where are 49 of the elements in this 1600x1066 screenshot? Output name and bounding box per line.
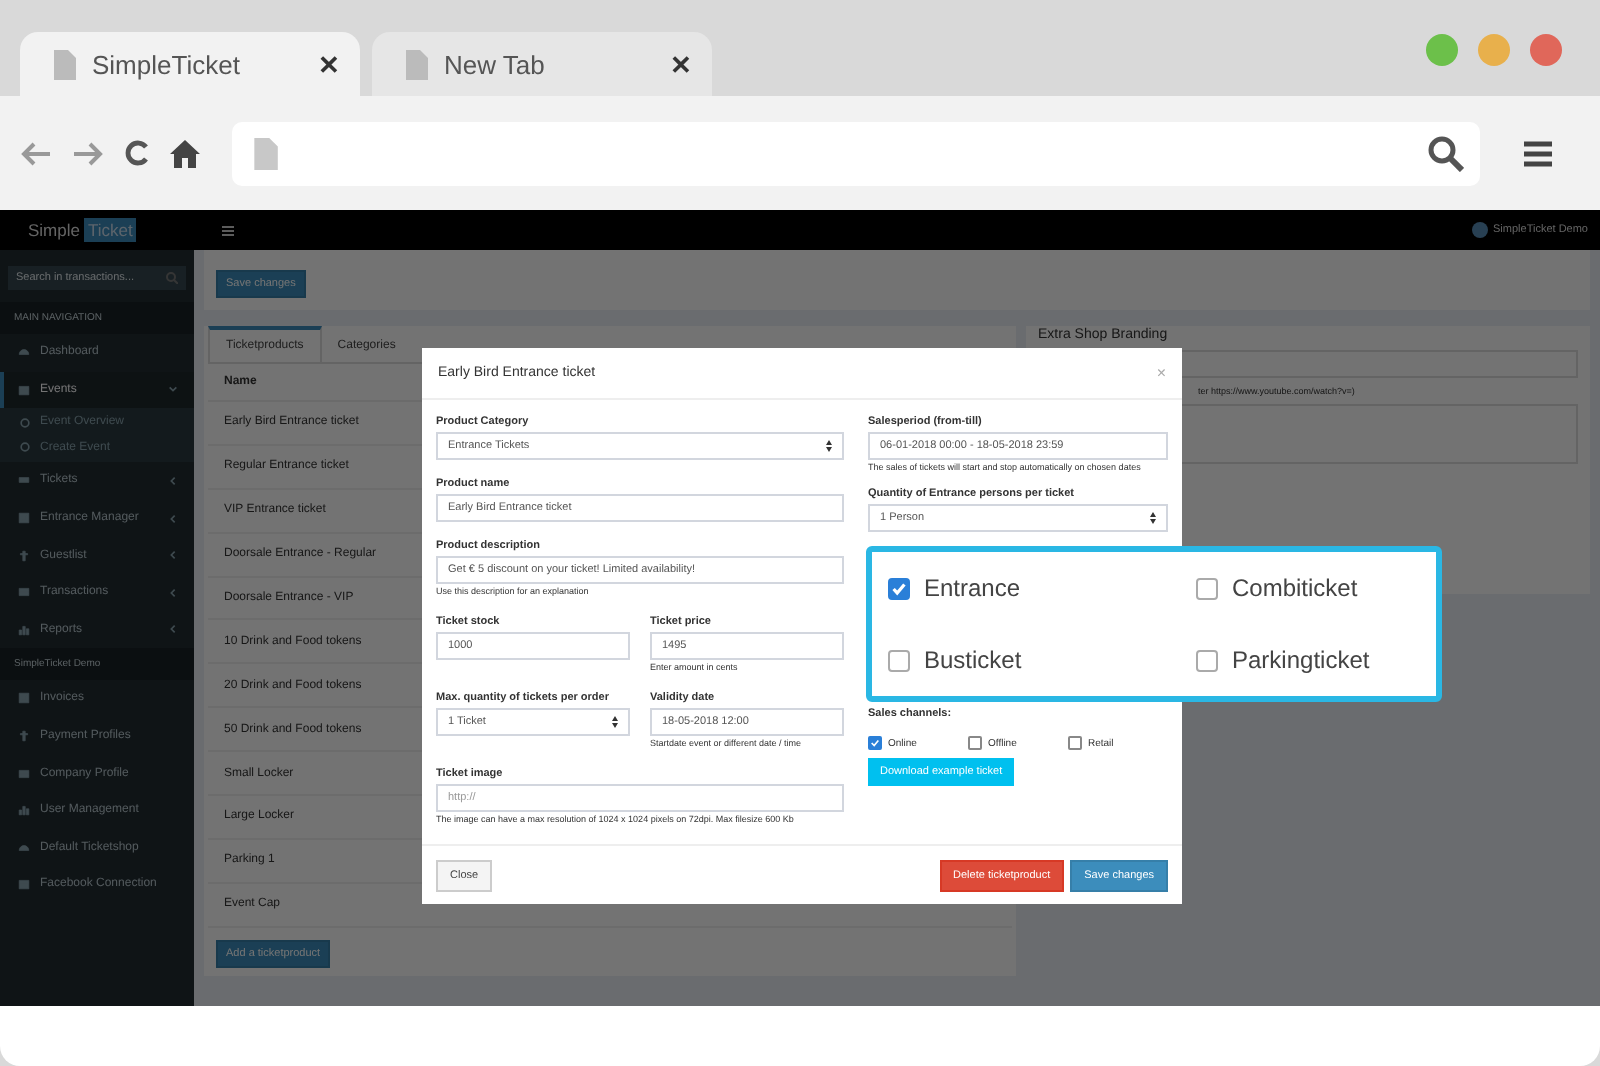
close-icon[interactable]: ✕: [318, 49, 340, 79]
tab-title: SimpleTicket: [92, 49, 242, 79]
checkbox[interactable]: [888, 649, 910, 671]
checkbox-label: Entrance: [924, 574, 1021, 602]
nav-icon: [18, 730, 30, 743]
nav-icon: [18, 623, 30, 636]
reload-icon[interactable]: [124, 140, 150, 166]
nav-icon: [18, 512, 30, 525]
nav-icon: [18, 841, 30, 854]
updown-icon: [826, 440, 832, 453]
document-icon: [404, 49, 428, 79]
checkbox[interactable]: [1196, 577, 1218, 599]
forward-icon[interactable]: [72, 141, 104, 165]
circle-icon: [20, 417, 30, 428]
checkbox-label: Parkingticket: [1232, 646, 1370, 674]
nav-icon: [18, 474, 30, 487]
document-icon: [252, 137, 278, 169]
nav-icon: [18, 804, 30, 817]
checkbox[interactable]: [868, 736, 882, 751]
nav-icon: [18, 767, 30, 780]
nav-icon: [18, 549, 30, 562]
checkbox-label: Busticket: [924, 646, 1022, 674]
nav-icon: [18, 878, 30, 891]
logo[interactable]: Simple Ticket: [0, 218, 192, 242]
search-icon: [166, 272, 178, 284]
close-icon[interactable]: ✕: [670, 49, 692, 79]
nav-icon: [18, 586, 30, 599]
document-icon: [52, 49, 76, 79]
checkbox-label: Combiticket: [1232, 574, 1358, 602]
back-icon[interactable]: [20, 141, 52, 165]
browser-tab[interactable]: SimpleTicket ✕: [20, 32, 360, 96]
nav-icon: [18, 692, 30, 705]
browser-tab[interactable]: New Tab ✕: [372, 32, 712, 96]
window-controls-icon[interactable]: [1426, 32, 1562, 68]
checkbox[interactable]: [968, 736, 982, 751]
home-icon[interactable]: [170, 139, 200, 167]
checkbox[interactable]: [888, 577, 910, 599]
checkbox[interactable]: [1196, 649, 1218, 671]
checkbox[interactable]: [1068, 736, 1082, 751]
search-icon[interactable]: [1428, 135, 1464, 171]
nav-icon: [18, 346, 30, 359]
menu-icon[interactable]: [1524, 139, 1552, 167]
nav-icon: [18, 383, 30, 396]
close-icon[interactable]: ×: [1156, 364, 1166, 383]
tab-title: New Tab: [444, 49, 547, 79]
updown-icon: [612, 716, 618, 729]
updown-icon: [1150, 512, 1156, 525]
circle-icon: [20, 442, 30, 453]
avatar-icon: [1471, 222, 1488, 238]
